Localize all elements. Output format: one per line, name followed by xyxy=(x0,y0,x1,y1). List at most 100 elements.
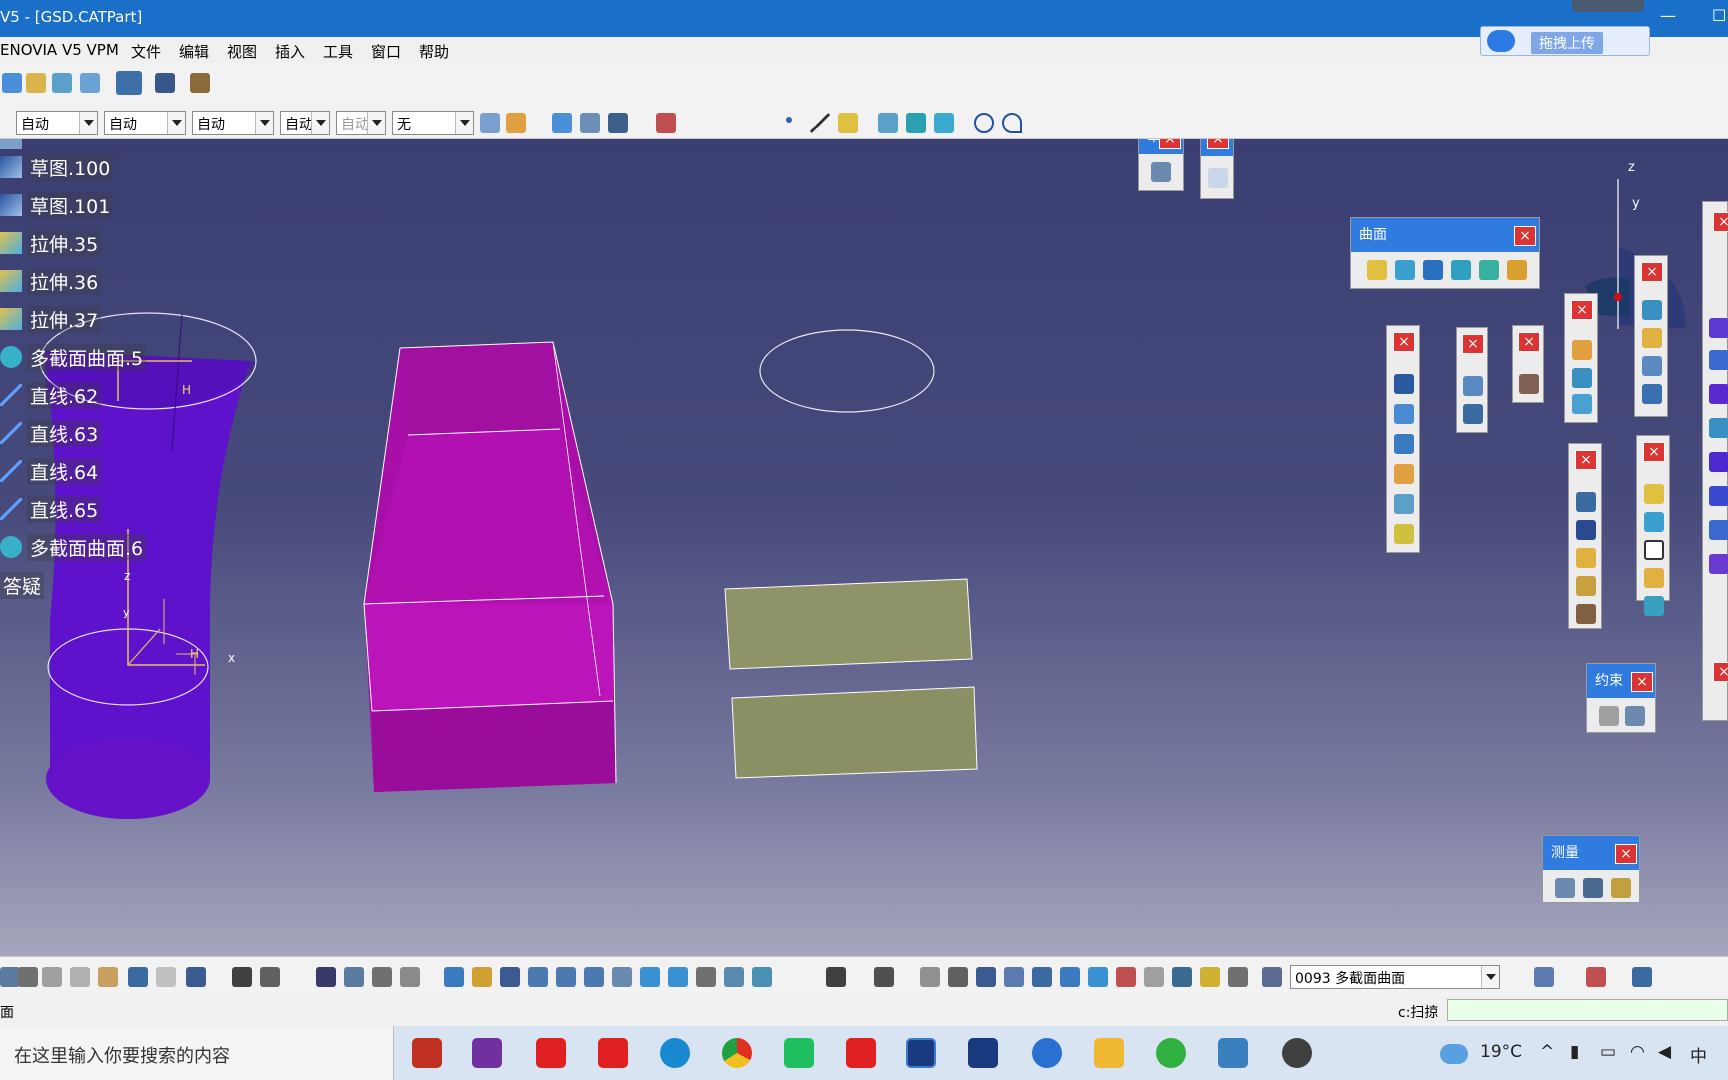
projection-icon[interactable] xyxy=(878,113,898,133)
list-icon[interactable] xyxy=(400,967,420,987)
settings-icon[interactable] xyxy=(1282,1038,1312,1068)
baidu-netdisk-icon[interactable] xyxy=(1032,1038,1062,1068)
maximize-icon[interactable]: ☐ xyxy=(1712,6,1726,25)
part-design-icon[interactable] xyxy=(1586,967,1606,987)
constraint-icon[interactable] xyxy=(1599,706,1619,726)
close-icon[interactable]: × xyxy=(1514,226,1536,246)
taskbar-search[interactable]: 在这里输入你要搜索的内容 xyxy=(0,1026,394,1080)
hybrid-body-icon[interactable] xyxy=(1262,967,1282,987)
point-combo[interactable]: 自动 xyxy=(336,111,386,135)
point-tool-icon[interactable] xyxy=(1394,404,1414,424)
power-copy-icon[interactable] xyxy=(1576,604,1596,624)
ime-indicator[interactable]: 中 xyxy=(1690,1042,1707,1067)
solid-tool-icon[interactable] xyxy=(1709,554,1728,574)
pattern-icon[interactable] xyxy=(1576,492,1596,512)
healing-icon[interactable] xyxy=(1572,368,1592,388)
close-icon[interactable]: × xyxy=(1393,332,1415,352)
apply-material-icon[interactable] xyxy=(1200,967,1220,987)
lock-icon[interactable] xyxy=(372,967,392,987)
upload-button[interactable]: 拖拽上传 xyxy=(1480,26,1650,56)
box-icon[interactable] xyxy=(1394,434,1414,454)
zoom-out-icon[interactable] xyxy=(584,967,604,987)
line-tool-icon[interactable] xyxy=(810,113,830,133)
rotate-view-icon[interactable] xyxy=(528,967,548,987)
volume-icon[interactable]: ◀ xyxy=(1658,1042,1671,1062)
view-icon[interactable] xyxy=(552,113,572,133)
cut-icon[interactable] xyxy=(42,967,62,987)
knowledge-icon[interactable] xyxy=(344,967,364,987)
solid-tool-icon[interactable] xyxy=(1709,418,1728,438)
3d-viewport[interactable]: H H z y x z y 草图.100 草图.101 拉伸.35 拉伸.36 … xyxy=(0,139,1728,956)
fly-icon[interactable] xyxy=(444,967,464,987)
brush-icon[interactable] xyxy=(480,113,500,133)
close-icon[interactable]: × xyxy=(1462,334,1484,354)
measure-item-icon[interactable] xyxy=(1583,878,1603,898)
microphone-icon[interactable]: ▮ xyxy=(1570,1042,1579,1062)
symmetry-icon[interactable] xyxy=(1644,540,1664,560)
solid-tool-icon[interactable] xyxy=(1709,486,1728,506)
shading-icon[interactable] xyxy=(696,967,716,987)
solid-tool-icon[interactable] xyxy=(1709,318,1728,338)
save-icon[interactable] xyxy=(0,967,20,987)
zoom-in-icon[interactable] xyxy=(556,967,576,987)
work-on-support-icon[interactable] xyxy=(1004,967,1024,987)
curve-icon[interactable] xyxy=(1208,168,1228,188)
swap-space-icon[interactable] xyxy=(752,967,772,987)
close-icon[interactable]: × xyxy=(1575,450,1597,470)
camera-icon[interactable] xyxy=(874,967,894,987)
split-icon[interactable] xyxy=(1642,300,1662,320)
color-combo[interactable]: 自动 xyxy=(16,111,98,135)
menu-window[interactable]: 窗口 xyxy=(371,41,401,62)
cube-icon[interactable] xyxy=(1463,376,1483,396)
join-icon[interactable] xyxy=(1572,340,1592,360)
hand-icon[interactable] xyxy=(948,967,968,987)
offset-icon[interactable] xyxy=(934,113,954,133)
olive-surfaces[interactable] xyxy=(724,578,978,779)
dimension-icon[interactable] xyxy=(1172,967,1192,987)
plane-icon[interactable] xyxy=(838,113,858,133)
formula-icon[interactable] xyxy=(232,967,252,987)
circle-icon[interactable] xyxy=(974,113,994,133)
minimize-icon[interactable]: — xyxy=(1660,6,1676,25)
menu-tools[interactable]: 工具 xyxy=(323,41,353,62)
grid-view-icon[interactable] xyxy=(580,113,600,133)
solid-tool-icon[interactable] xyxy=(1709,520,1728,540)
youdao-icon[interactable] xyxy=(598,1038,628,1068)
extract-icon[interactable] xyxy=(1642,384,1662,404)
menu-enovia[interactable]: ENOVIA V5 VPM xyxy=(0,41,119,59)
sphere-surface-icon[interactable] xyxy=(1423,260,1443,280)
tree-icon[interactable] xyxy=(190,73,210,93)
app-icon[interactable] xyxy=(1218,1038,1248,1068)
measure-between-icon[interactable] xyxy=(1555,878,1575,898)
onenote-icon[interactable] xyxy=(472,1038,502,1068)
abc-check-icon[interactable] xyxy=(1534,967,1554,987)
chrome-icon[interactable] xyxy=(722,1038,752,1068)
app-icon[interactable] xyxy=(412,1038,442,1068)
capture-icon[interactable] xyxy=(826,967,846,987)
weather-temp[interactable]: 19°C xyxy=(1480,1042,1522,1062)
loft-surface-icon[interactable] xyxy=(1507,260,1527,280)
open-icon[interactable] xyxy=(2,73,22,93)
catalog-icon[interactable] xyxy=(656,113,676,133)
measure-inertia-icon[interactable] xyxy=(1611,878,1631,898)
revolve-surface-icon[interactable] xyxy=(1395,260,1415,280)
boundary-icon[interactable] xyxy=(1642,356,1662,376)
menu-insert[interactable]: 插入 xyxy=(275,41,305,62)
paint-icon[interactable] xyxy=(506,113,526,133)
rotate-icon[interactable] xyxy=(1644,512,1664,532)
pycharm-icon[interactable] xyxy=(784,1038,814,1068)
snap-point-icon[interactable] xyxy=(1060,967,1080,987)
spline-icon[interactable] xyxy=(1002,113,1022,133)
comment-icon[interactable] xyxy=(260,967,280,987)
close-icon[interactable]: × xyxy=(1571,300,1593,320)
pan-icon[interactable] xyxy=(500,967,520,987)
help-query-icon[interactable] xyxy=(608,113,628,133)
scaling-icon[interactable] xyxy=(1644,568,1664,588)
sweep-tool-icon[interactable] xyxy=(1519,374,1539,394)
ruler-tool-icon[interactable] xyxy=(1228,967,1248,987)
wifi-icon[interactable]: ◠ xyxy=(1630,1042,1645,1062)
intersect-3d-icon[interactable] xyxy=(1116,967,1136,987)
sweep-surface-icon[interactable] xyxy=(1451,260,1471,280)
solid-tool-icon[interactable] xyxy=(1709,384,1728,404)
plane-system-icon[interactable] xyxy=(1088,967,1108,987)
